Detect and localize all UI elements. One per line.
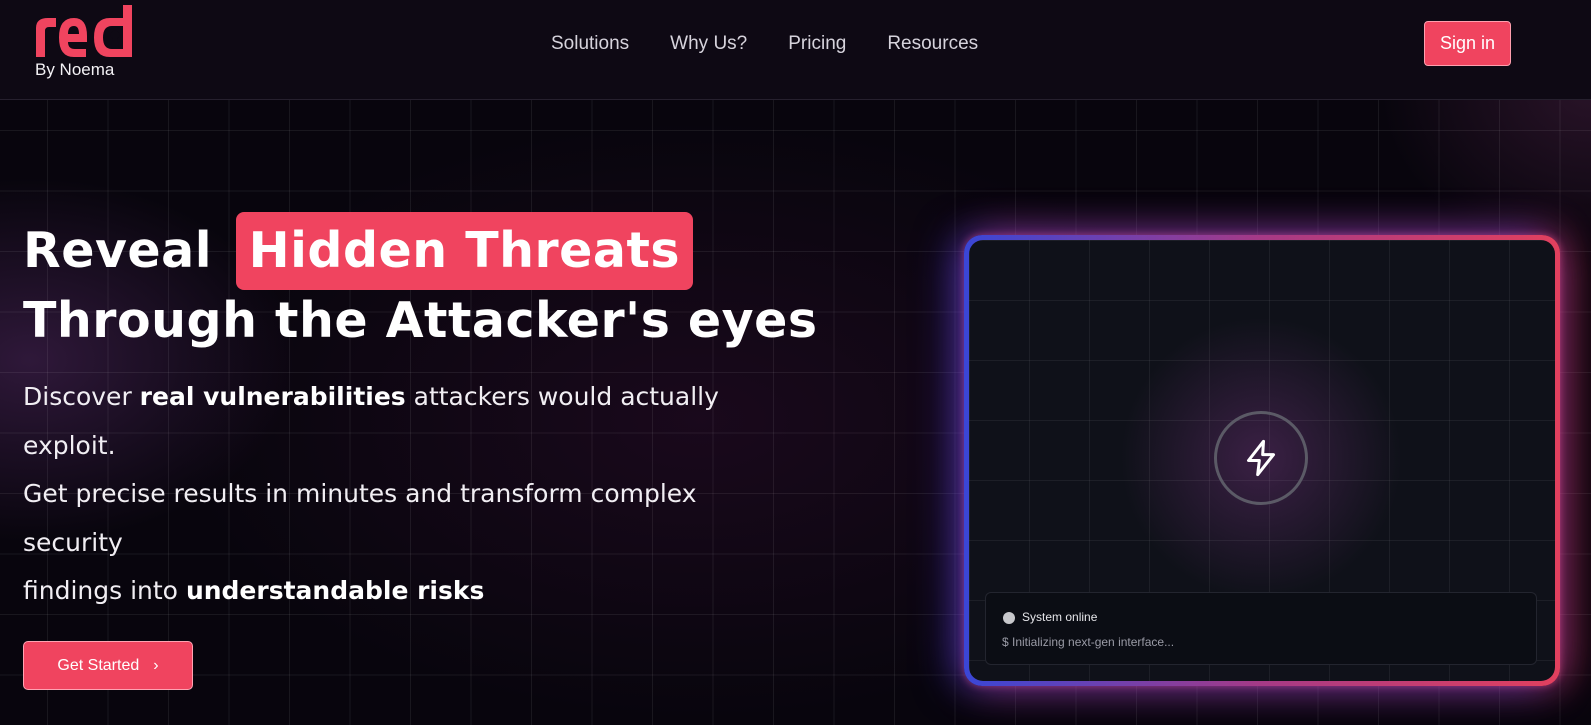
hero-title-prefix: Reveal bbox=[23, 222, 212, 279]
main-nav: Solutions Why Us? Pricing Resources bbox=[551, 33, 1019, 55]
status-dot-icon bbox=[1003, 612, 1015, 624]
get-started-label: Get Started bbox=[57, 656, 140, 674]
lightning-bolt-icon bbox=[1214, 411, 1308, 505]
hero-title-line-2: Through the Attacker's eyes bbox=[23, 292, 818, 349]
status-log-line: $ Initializing next-gen interface... bbox=[1002, 635, 1175, 649]
hero-title-line-1: Reveal Hidden Threats bbox=[23, 212, 818, 290]
nav-pricing[interactable]: Pricing bbox=[788, 33, 846, 55]
desc-text-4: findings into bbox=[23, 576, 186, 605]
sign-in-button[interactable]: Sign in bbox=[1424, 21, 1511, 66]
hero-title: Reveal Hidden Threats Through the Attack… bbox=[23, 212, 818, 352]
desc-text-3: Get precise results in minutes and trans… bbox=[23, 479, 697, 557]
desc-text-1: Discover bbox=[23, 382, 140, 411]
chevron-right-icon: › bbox=[153, 656, 159, 674]
red-logo-icon bbox=[36, 5, 132, 57]
desc-bold-1: real vulnerabilities bbox=[139, 382, 406, 411]
nav-why-us[interactable]: Why Us? bbox=[670, 33, 747, 55]
status-box: System online $ Initializing next-gen in… bbox=[985, 592, 1537, 665]
status-title: System online bbox=[1022, 610, 1098, 624]
get-started-button[interactable]: Get Started › bbox=[23, 641, 193, 690]
site-header: By Noema Solutions Why Us? Pricing Resou… bbox=[0, 0, 1591, 100]
desc-bold-2: understandable risks bbox=[185, 576, 485, 605]
hero-title-highlight: Hidden Threats bbox=[235, 212, 694, 290]
preview-panel-frame: System online $ Initializing next-gen in… bbox=[964, 235, 1560, 686]
preview-panel: System online $ Initializing next-gen in… bbox=[969, 240, 1555, 681]
logo-byline: By Noema bbox=[35, 60, 115, 79]
hero-description: Discover real vulnerabilities attackers … bbox=[23, 373, 743, 616]
page: By Noema Solutions Why Us? Pricing Resou… bbox=[0, 0, 1591, 725]
nav-resources[interactable]: Resources bbox=[887, 33, 978, 55]
nav-solutions[interactable]: Solutions bbox=[551, 33, 629, 55]
